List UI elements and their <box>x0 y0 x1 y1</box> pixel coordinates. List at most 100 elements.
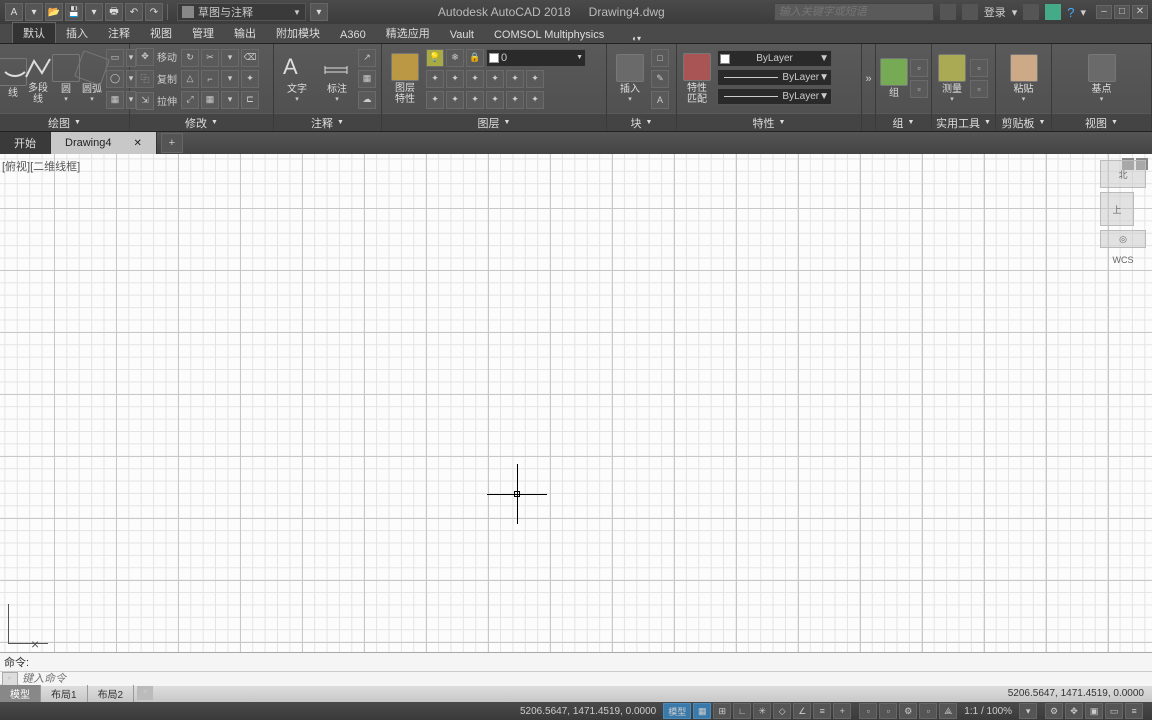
ws-icon[interactable]: ⚙ <box>899 703 917 719</box>
explode-icon[interactable]: ✦ <box>241 70 259 88</box>
panel-annot-title[interactable]: 注释▼ <box>274 113 381 131</box>
save-icon[interactable]: 💾 <box>65 3 83 21</box>
maximize-button[interactable]: □ <box>1114 5 1130 19</box>
ribbon-minimize-icon[interactable]: ◐▾ <box>632 34 641 43</box>
viewcube[interactable]: 上 <box>1100 192 1134 226</box>
max-vp-icon[interactable]: ▣ <box>1085 703 1103 719</box>
close-tab-icon[interactable]: ✕ <box>133 138 141 149</box>
base-view-button[interactable]: 基点▾ <box>1083 47 1121 111</box>
layout1-tab[interactable]: 布局1 <box>41 685 88 702</box>
measure-button[interactable]: 测量▾ <box>936 47 968 111</box>
rotate-icon[interactable]: ↻ <box>181 49 199 67</box>
panel-layer-title[interactable]: 图层▼ <box>382 113 606 131</box>
drawing-tab[interactable]: Drawing4 ✕ <box>51 132 157 154</box>
sc-icon[interactable]: ▫ <box>879 703 897 719</box>
plot-icon[interactable]: 🖶 <box>105 3 123 21</box>
polar-toggle-icon[interactable]: ✳ <box>753 703 771 719</box>
copy-button[interactable]: ⿻复制 <box>134 70 179 88</box>
edit-block-icon[interactable]: ✎ <box>651 70 669 88</box>
close-button[interactable]: ✕ <box>1132 5 1148 19</box>
customize-status-icon[interactable]: ≡ <box>1125 703 1143 719</box>
am-icon[interactable]: ▫ <box>919 703 937 719</box>
minimize-button[interactable]: – <box>1096 5 1112 19</box>
scale-icon[interactable]: ⤢ <box>181 91 199 109</box>
gear-status-icon[interactable]: ⚙ <box>1045 703 1063 719</box>
drawing-canvas[interactable]: [俯视][二维线框] × 北 上 ◎ WCS <box>0 154 1152 652</box>
circle-button[interactable]: 圆▾ <box>54 47 78 111</box>
rect-icon[interactable]: ▭ <box>106 49 124 67</box>
model-tab[interactable]: 模型 <box>0 685 41 702</box>
ellipse-icon[interactable]: ◯ <box>106 70 124 88</box>
panel-clip-title[interactable]: 剪贴板▼ <box>996 113 1051 131</box>
paste-button[interactable]: 粘贴▾ <box>1005 47 1043 111</box>
wcs-label[interactable]: WCS <box>1100 252 1146 268</box>
trim-icon[interactable]: ✂ <box>201 49 219 67</box>
zoom-readout[interactable]: 1:1 / 100% <box>964 706 1012 717</box>
attr-icon[interactable]: A <box>651 91 669 109</box>
app-menu-icon[interactable]: A <box>5 3 23 21</box>
panel-view-title[interactable]: 视图▼ <box>1052 113 1151 131</box>
tab-addins[interactable]: 附加模块 <box>266 23 330 43</box>
new-layout-button[interactable]: + <box>137 686 153 700</box>
panel-group-title[interactable]: 组▼ <box>876 113 931 131</box>
grid-toggle-icon[interactable]: ▦ <box>693 703 711 719</box>
lineweight-dropdown[interactable]: ByLayer▼ <box>717 69 832 86</box>
north-indicator[interactable]: 北 <box>1100 160 1146 188</box>
layer-props-button[interactable]: 图层 特性 <box>386 47 424 111</box>
table-icon[interactable]: ▦ <box>358 70 376 88</box>
layer-freeze-icon[interactable]: ❄ <box>446 49 464 67</box>
panel-draw-title[interactable]: 绘图▼ <box>0 113 129 131</box>
offset-icon[interactable]: ⊏ <box>241 91 259 109</box>
cloud-icon[interactable]: ☁ <box>358 91 376 109</box>
qat-more-icon[interactable]: ▾ <box>310 3 328 21</box>
signin-caret[interactable]: ▾ <box>1012 6 1018 19</box>
group-button[interactable]: 组 <box>880 47 908 111</box>
qp-icon[interactable]: ▫ <box>859 703 877 719</box>
panel-props-title[interactable]: 特性▼ <box>677 113 861 131</box>
lwt-toggle-icon[interactable]: ≡ <box>813 703 831 719</box>
tab-annotate[interactable]: 注释 <box>98 23 140 43</box>
line-button[interactable]: 线 <box>4 47 22 111</box>
arc-button[interactable]: 圆弧▾ <box>80 47 104 111</box>
undo-icon[interactable]: ↶ <box>125 3 143 21</box>
new-icon[interactable]: ▾ <box>25 3 43 21</box>
ortho-toggle-icon[interactable]: ∟ <box>733 703 751 719</box>
osnap-toggle-icon[interactable]: ◇ <box>773 703 791 719</box>
array-icon[interactable]: ▦ <box>201 91 219 109</box>
dimension-button[interactable]: 标注▾ <box>318 47 356 111</box>
panel-overflow[interactable]: » <box>862 44 876 131</box>
tab-comsol[interactable]: COMSOL Multiphysics <box>484 27 614 43</box>
dyn-toggle-icon[interactable]: + <box>833 703 851 719</box>
cart-icon[interactable] <box>1045 4 1061 20</box>
start-tab[interactable]: 开始 <box>0 132 51 154</box>
insert-block-button[interactable]: 插入▾ <box>611 47 649 111</box>
saveas-icon[interactable]: ▾ <box>85 3 103 21</box>
viewport-label[interactable]: [俯视][二维线框] <box>2 158 80 174</box>
redo-icon[interactable]: ↷ <box>145 3 163 21</box>
leader-icon[interactable]: ↗ <box>358 49 376 67</box>
layer-lock-icon[interactable]: 🔒 <box>466 49 484 67</box>
stretch-button[interactable]: ⇲拉伸 <box>134 92 179 110</box>
open-icon[interactable]: 📂 <box>45 3 63 21</box>
tab-manage[interactable]: 管理 <box>182 23 224 43</box>
iso-icon[interactable]: ⟁ <box>939 703 957 719</box>
help-icon[interactable]: ? <box>1067 5 1074 20</box>
nav-wheel-icon[interactable]: ◎ <box>1100 230 1146 248</box>
match-props-button[interactable]: 特性 匹配 <box>681 47 713 111</box>
pan-icon[interactable]: ✥ <box>1065 703 1083 719</box>
tab-default[interactable]: 默认 <box>12 22 56 43</box>
model-toggle[interactable]: 模型 <box>663 703 691 719</box>
new-tab-button[interactable]: + <box>161 133 183 153</box>
text-button[interactable]: A文字▾ <box>278 47 316 111</box>
move-button[interactable]: ✥移动 <box>134 48 179 66</box>
help-caret[interactable]: ▾ <box>1080 6 1086 19</box>
signin-label[interactable]: 登录 <box>984 4 1006 20</box>
tab-featured[interactable]: 精选应用 <box>376 23 440 43</box>
command-input[interactable] <box>20 672 1152 686</box>
clean-icon[interactable]: ▭ <box>1105 703 1123 719</box>
snap-toggle-icon[interactable]: ⊞ <box>713 703 731 719</box>
hatch-icon[interactable]: ▦ <box>106 91 124 109</box>
create-block-icon[interactable]: □ <box>651 49 669 67</box>
otrack-toggle-icon[interactable]: ∠ <box>793 703 811 719</box>
color-dropdown[interactable]: ByLayer▼ <box>717 50 832 67</box>
